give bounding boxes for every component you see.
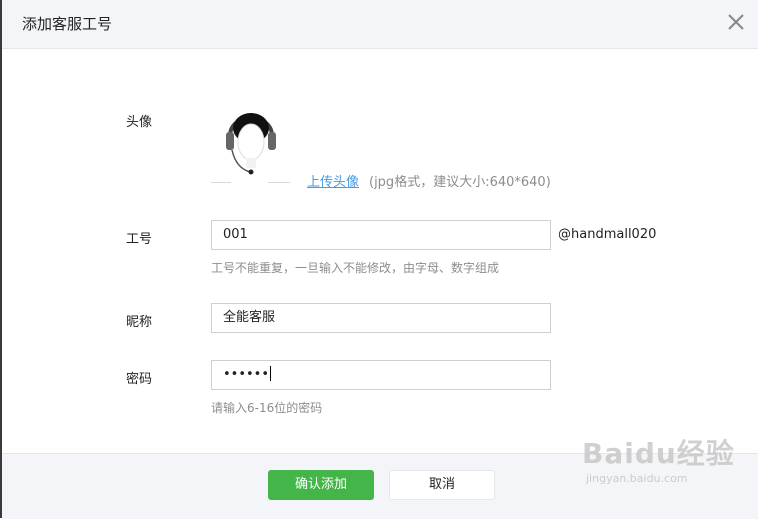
dialog-title: 添加客服工号 — [22, 15, 113, 33]
password-tip: 请输入6-16位的密码 — [211, 401, 323, 415]
nickname-label: 昵称 — [126, 315, 153, 330]
password-label: 密码 — [126, 372, 153, 387]
account-id-tip: 工号不能重复，一旦输入不能修改，由字母、数字组成 — [211, 261, 500, 275]
close-icon[interactable] — [726, 12, 746, 32]
avatar-placeholder-icon — [224, 106, 278, 180]
upload-avatar-hint: (jpg格式，建议大小:640*640) — [369, 175, 551, 190]
confirm-add-button[interactable]: 确认添加 — [268, 470, 374, 500]
text-cursor — [270, 366, 272, 381]
avatar-underline-right — [268, 182, 290, 183]
account-id-label: 工号 — [126, 232, 153, 247]
watermark-brand: Baidu经验 — [582, 437, 735, 470]
password-value: •••••• — [223, 367, 270, 382]
account-id-input[interactable]: 001 — [211, 220, 551, 250]
nickname-input[interactable]: 全能客服 — [211, 303, 551, 333]
watermark-url: jingyan.baidu.com — [586, 472, 688, 485]
avatar-label: 头像 — [126, 115, 153, 130]
baidu-watermark: Baidu经验 jingyan.baidu.com — [582, 432, 752, 492]
upload-avatar-link[interactable]: 上传头像 — [307, 171, 359, 190]
account-id-suffix: @handmall020 — [558, 227, 657, 242]
dialog-header: 添加客服工号 — [2, 0, 758, 49]
avatar-underline-left — [211, 182, 231, 183]
cancel-button[interactable]: 取消 — [389, 470, 495, 500]
password-input[interactable]: •••••• — [211, 360, 551, 390]
window-left-edge — [0, 0, 2, 518]
